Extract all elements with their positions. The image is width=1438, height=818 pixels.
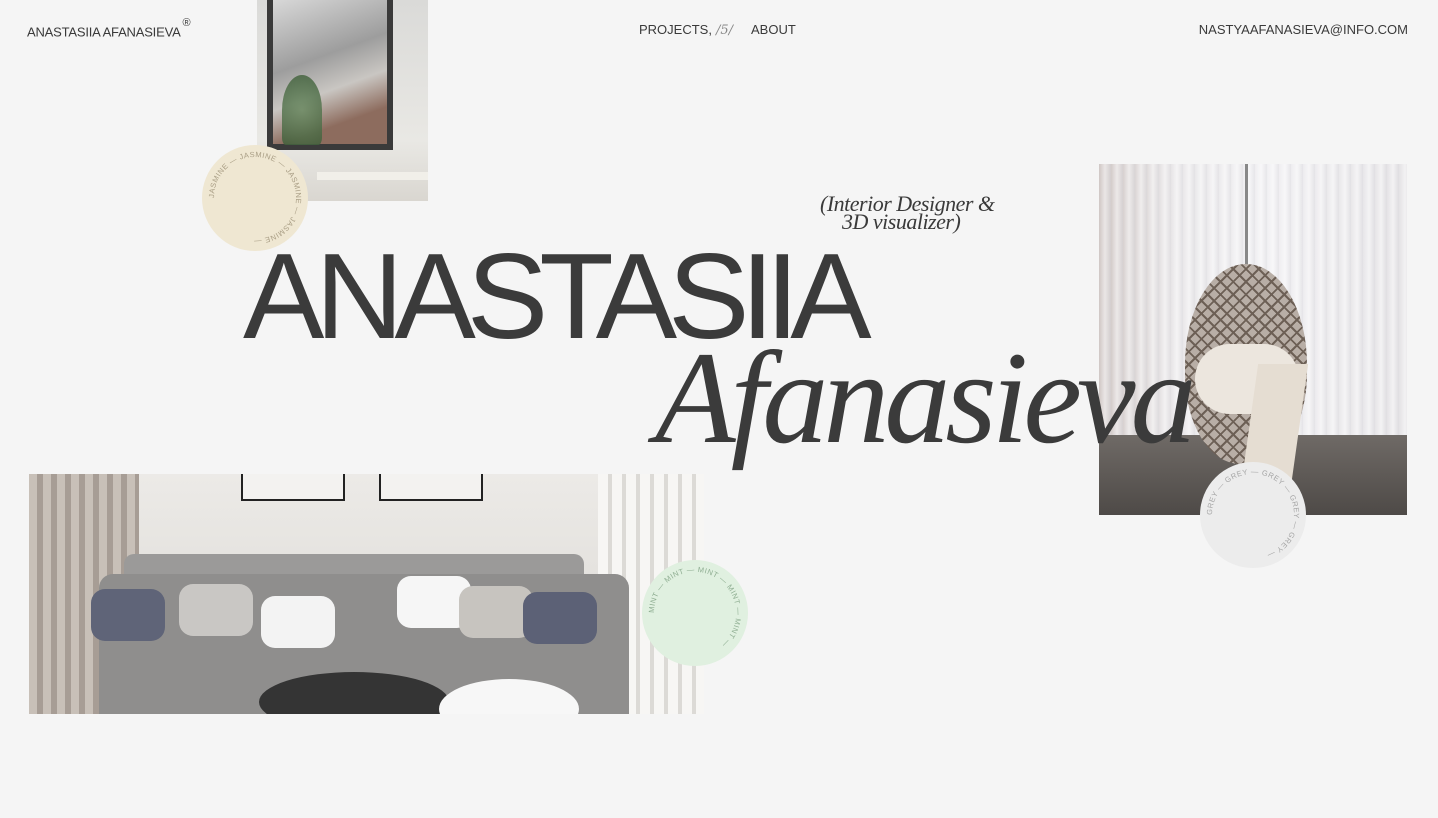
plant-decoration [282,75,322,145]
shelf [317,172,428,180]
pillow [179,584,253,636]
grey-badge-text: GREY — GREY — GREY — GREY — GREY — [1205,467,1301,560]
mint-badge-ring: MINT — MINT — MINT — MINT — MINT — [647,565,743,650]
wall-art-frame [379,474,483,501]
grey-badge-ring: GREY — GREY — GREY — GREY — GREY — [1205,467,1301,560]
grey-color-badge: GREY — GREY — GREY — GREY — GREY — [1200,462,1306,568]
logo-text: ANASTASIIA AFANASIEVA [27,24,181,40]
tagline: (Interior Designer & 3D visualizer) [820,193,995,233]
mint-color-badge: MINT — MINT — MINT — MINT — MINT — [642,560,748,666]
email-link[interactable]: NASTYAAFANASIEVA@INFO.COM [1199,22,1408,37]
hero-last-name: Afanasieva [655,324,1197,471]
logo-link[interactable]: ANASTASIIA AFANASIEVA® [27,17,191,40]
nav-projects-link[interactable]: PROJECTS, [639,22,712,37]
svg-text:GREY — GREY — GREY — GREY — GR: GREY — GREY — GREY — GREY — GREY — [1205,467,1301,560]
svg-text:MINT — MINT — MINT — MINT — MI: MINT — MINT — MINT — MINT — MINT — [647,565,743,650]
pillow [261,596,335,648]
pillow [459,586,533,638]
living-room-photo[interactable] [29,474,704,714]
projects-count: /5/ [715,23,733,38]
pillow [91,589,165,641]
mint-badge-text: MINT — MINT — MINT — MINT — MINT — [647,565,743,650]
wall-art-frame [241,474,345,501]
nav-about-link[interactable]: ABOUT [751,22,796,37]
main-nav: PROJECTS, /5/ ABOUT [639,22,796,38]
registered-mark: ® [182,17,191,29]
pillow [523,592,597,644]
